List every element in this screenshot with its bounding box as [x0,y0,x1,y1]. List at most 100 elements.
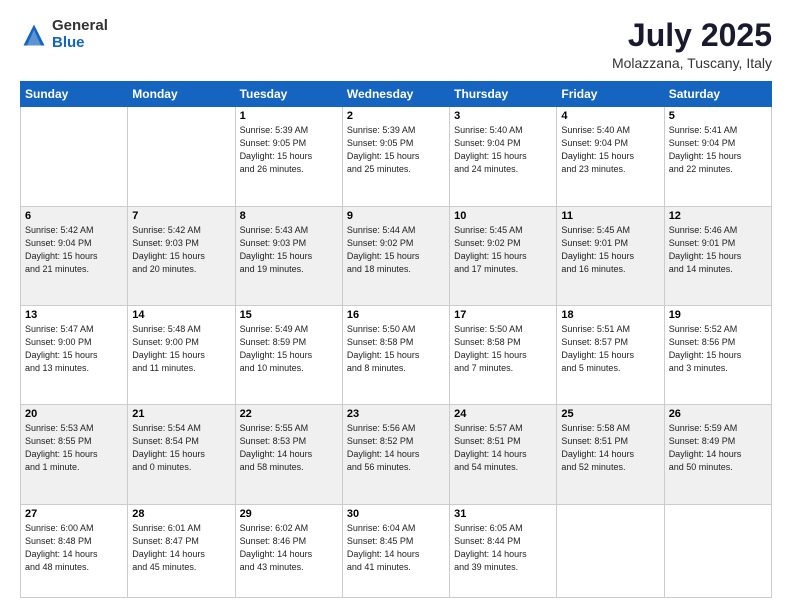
calendar-cell: 14 Sunrise: 5:48 AM Sunset: 9:00 PM Dayli… [128,305,235,404]
day-number: 19 [669,309,767,321]
logo-blue: Blue [52,35,108,52]
day-number: 2 [347,110,445,122]
day-number: 29 [240,508,338,520]
weekday-header-cell: Friday [557,82,664,107]
day-info: Sunrise: 5:56 AM Sunset: 8:52 PM Dayligh… [347,422,445,474]
day-info: Sunrise: 6:01 AM Sunset: 8:47 PM Dayligh… [132,522,230,574]
calendar-body: 1 Sunrise: 5:39 AM Sunset: 9:05 PM Daylig… [21,107,772,598]
day-info: Sunrise: 5:51 AM Sunset: 8:57 PM Dayligh… [561,323,659,375]
logo: General Blue [20,18,108,51]
day-number: 4 [561,110,659,122]
calendar-cell: 15 Sunrise: 5:49 AM Sunset: 8:59 PM Dayli… [235,305,342,404]
day-info: Sunrise: 5:50 AM Sunset: 8:58 PM Dayligh… [347,323,445,375]
calendar-week-row: 20 Sunrise: 5:53 AM Sunset: 8:55 PM Dayli… [21,405,772,504]
day-number: 8 [240,210,338,222]
day-number: 27 [25,508,123,520]
calendar-week-row: 6Sunrise: 5:42 AM Sunset: 9:04 PM Daylig… [21,206,772,305]
calendar-cell: 22Sunrise: 5:55 AM Sunset: 8:53 PM Dayli… [235,405,342,504]
calendar-cell [664,504,771,598]
day-info: Sunrise: 6:02 AM Sunset: 8:46 PM Dayligh… [240,522,338,574]
day-number: 20 [25,408,123,420]
calendar-cell: 19 Sunrise: 5:52 AM Sunset: 8:56 PM Dayli… [664,305,771,404]
weekday-header-cell: Tuesday [235,82,342,107]
day-number: 1 [240,110,338,122]
calendar-cell: 30Sunrise: 6:04 AM Sunset: 8:45 PM Dayli… [342,504,449,598]
calendar-cell: 18 Sunrise: 5:51 AM Sunset: 8:57 PM Dayli… [557,305,664,404]
day-info: Sunrise: 5:40 AM Sunset: 9:04 PM Dayligh… [561,124,659,176]
day-info: Sunrise: 5:48 AM Sunset: 9:00 PM Dayligh… [132,323,230,375]
calendar-cell: 25 Sunrise: 5:58 AM Sunset: 8:51 PM Dayli… [557,405,664,504]
day-info: Sunrise: 5:57 AM Sunset: 8:51 PM Dayligh… [454,422,552,474]
day-info: Sunrise: 5:43 AM Sunset: 9:03 PM Dayligh… [240,224,338,276]
calendar-cell: 5 Sunrise: 5:41 AM Sunset: 9:04 PM Daylig… [664,107,771,206]
calendar-cell [557,504,664,598]
calendar-cell: 13 Sunrise: 5:47 AM Sunset: 9:00 PM Dayli… [21,305,128,404]
day-info: Sunrise: 5:45 AM Sunset: 9:01 PM Dayligh… [561,224,659,276]
calendar-cell: 4 Sunrise: 5:40 AM Sunset: 9:04 PM Daylig… [557,107,664,206]
calendar-cell: 31Sunrise: 6:05 AM Sunset: 8:44 PM Dayli… [450,504,557,598]
calendar-cell: 6Sunrise: 5:42 AM Sunset: 9:04 PM Daylig… [21,206,128,305]
day-number: 9 [347,210,445,222]
calendar-cell: 17 Sunrise: 5:50 AM Sunset: 8:58 PM Dayli… [450,305,557,404]
weekday-header-cell: Saturday [664,82,771,107]
calendar-cell [21,107,128,206]
day-number: 30 [347,508,445,520]
header: General Blue July 2025 Molazzana, Tuscan… [20,18,772,71]
day-info: Sunrise: 5:39 AM Sunset: 9:05 PM Dayligh… [240,124,338,176]
logo-icon [20,21,48,49]
day-number: 3 [454,110,552,122]
day-info: Sunrise: 5:41 AM Sunset: 9:04 PM Dayligh… [669,124,767,176]
calendar-cell: 28 Sunrise: 6:01 AM Sunset: 8:47 PM Dayli… [128,504,235,598]
calendar-cell: 16Sunrise: 5:50 AM Sunset: 8:58 PM Dayli… [342,305,449,404]
day-number: 14 [132,309,230,321]
calendar-cell: 9 Sunrise: 5:44 AM Sunset: 9:02 PM Daylig… [342,206,449,305]
weekday-header-cell: Thursday [450,82,557,107]
calendar-week-row: 1 Sunrise: 5:39 AM Sunset: 9:05 PM Daylig… [21,107,772,206]
day-number: 25 [561,408,659,420]
day-number: 18 [561,309,659,321]
day-info: Sunrise: 5:52 AM Sunset: 8:56 PM Dayligh… [669,323,767,375]
day-info: Sunrise: 5:54 AM Sunset: 8:54 PM Dayligh… [132,422,230,474]
calendar-cell: 23 Sunrise: 5:56 AM Sunset: 8:52 PM Dayli… [342,405,449,504]
day-info: Sunrise: 5:42 AM Sunset: 9:04 PM Dayligh… [25,224,123,276]
day-number: 5 [669,110,767,122]
calendar-cell: 2 Sunrise: 5:39 AM Sunset: 9:05 PM Daylig… [342,107,449,206]
day-info: Sunrise: 5:45 AM Sunset: 9:02 PM Dayligh… [454,224,552,276]
day-info: Sunrise: 5:39 AM Sunset: 9:05 PM Dayligh… [347,124,445,176]
calendar-cell: 20 Sunrise: 5:53 AM Sunset: 8:55 PM Dayli… [21,405,128,504]
title-block: July 2025 Molazzana, Tuscany, Italy [612,18,772,71]
day-info: Sunrise: 5:49 AM Sunset: 8:59 PM Dayligh… [240,323,338,375]
day-info: Sunrise: 5:44 AM Sunset: 9:02 PM Dayligh… [347,224,445,276]
day-number: 23 [347,408,445,420]
calendar-cell: 7 Sunrise: 5:42 AM Sunset: 9:03 PM Daylig… [128,206,235,305]
calendar-week-row: 27 Sunrise: 6:00 AM Sunset: 8:48 PM Dayli… [21,504,772,598]
day-info: Sunrise: 5:47 AM Sunset: 9:00 PM Dayligh… [25,323,123,375]
day-info: Sunrise: 6:05 AM Sunset: 8:44 PM Dayligh… [454,522,552,574]
day-number: 26 [669,408,767,420]
day-number: 15 [240,309,338,321]
day-info: Sunrise: 5:58 AM Sunset: 8:51 PM Dayligh… [561,422,659,474]
day-info: Sunrise: 6:00 AM Sunset: 8:48 PM Dayligh… [25,522,123,574]
day-number: 13 [25,309,123,321]
day-number: 21 [132,408,230,420]
calendar-cell: 11Sunrise: 5:45 AM Sunset: 9:01 PM Dayli… [557,206,664,305]
day-info: Sunrise: 5:42 AM Sunset: 9:03 PM Dayligh… [132,224,230,276]
calendar-table: SundayMondayTuesdayWednesdayThursdayFrid… [20,81,772,598]
calendar-week-row: 13 Sunrise: 5:47 AM Sunset: 9:00 PM Dayli… [21,305,772,404]
location: Molazzana, Tuscany, Italy [612,55,772,71]
day-number: 7 [132,210,230,222]
page: General Blue July 2025 Molazzana, Tuscan… [0,0,792,612]
day-info: Sunrise: 5:53 AM Sunset: 8:55 PM Dayligh… [25,422,123,474]
month-year: July 2025 [612,18,772,53]
calendar-cell [128,107,235,206]
day-number: 28 [132,508,230,520]
day-number: 17 [454,309,552,321]
calendar-cell: 21 Sunrise: 5:54 AM Sunset: 8:54 PM Dayli… [128,405,235,504]
day-info: Sunrise: 5:40 AM Sunset: 9:04 PM Dayligh… [454,124,552,176]
calendar-cell: 10 Sunrise: 5:45 AM Sunset: 9:02 PM Dayli… [450,206,557,305]
calendar-cell: 26Sunrise: 5:59 AM Sunset: 8:49 PM Dayli… [664,405,771,504]
calendar-cell: 1 Sunrise: 5:39 AM Sunset: 9:05 PM Daylig… [235,107,342,206]
day-info: Sunrise: 5:50 AM Sunset: 8:58 PM Dayligh… [454,323,552,375]
day-number: 10 [454,210,552,222]
weekday-header-row: SundayMondayTuesdayWednesdayThursdayFrid… [21,82,772,107]
